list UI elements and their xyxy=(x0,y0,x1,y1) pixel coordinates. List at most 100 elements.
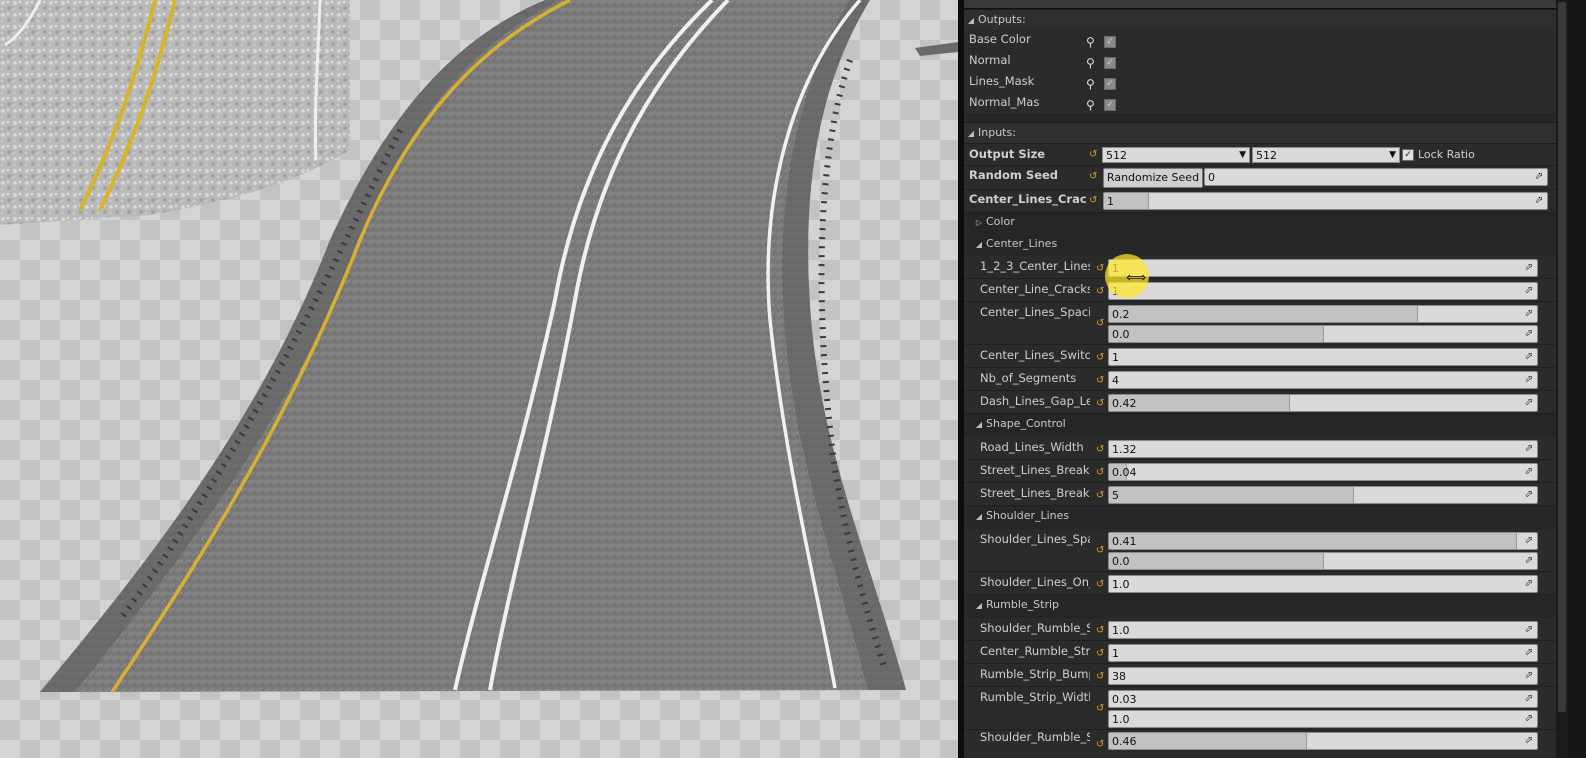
reset-icon[interactable]: ↺ xyxy=(1096,649,1104,659)
reset-icon[interactable]: ↺ xyxy=(1096,626,1104,636)
section-outputs-label: Outputs: xyxy=(978,13,1026,26)
reset-icon[interactable]: ↺ xyxy=(1096,740,1104,750)
lock-ratio-label: Lock Ratio xyxy=(1418,148,1475,161)
param-slider[interactable]: 1.0 ⬀ xyxy=(1108,621,1538,639)
param-slider[interactable]: 1⬀ xyxy=(1108,259,1538,277)
reset-icon[interactable]: ↺ xyxy=(1096,704,1104,714)
param-row: Dash_Lines_Gap_Leng ↺ 0.42⬀ xyxy=(964,391,1556,414)
param-row: Shoulder_Lines_On_O ↺ 1.0⬀ xyxy=(964,572,1556,595)
param-slider[interactable]: 0.2 ⬀ xyxy=(1108,305,1538,323)
reset-icon[interactable]: ↺ xyxy=(1089,150,1097,160)
param-slider[interactable]: 1⬀ xyxy=(1108,348,1538,366)
output-checkbox[interactable]: ✓ xyxy=(1104,78,1116,90)
center-lines-cracks-slider[interactable]: 1 ⬀ xyxy=(1103,192,1548,210)
window-edge xyxy=(1568,0,1586,758)
output-label: Normal xyxy=(969,53,1011,67)
output-checkbox[interactable]: ✓ xyxy=(1104,36,1116,48)
reset-icon[interactable]: ↺ xyxy=(1096,264,1104,274)
reset-icon[interactable]: ↺ xyxy=(1096,287,1104,297)
reset-icon[interactable]: ↺ xyxy=(1096,445,1104,455)
reset-icon[interactable]: ↺ xyxy=(1089,172,1097,182)
output-label: Normal_Mas xyxy=(969,95,1040,109)
output-checkbox[interactable]: ✓ xyxy=(1104,57,1116,69)
param-slider[interactable]: 0.41 ⬀ xyxy=(1108,532,1538,550)
param-label: Rumble_Strip_Bump_ xyxy=(980,667,1090,681)
group-rumble-strip[interactable]: ◢ Rumble_Strip xyxy=(972,595,1556,615)
reset-icon[interactable]: ↺ xyxy=(1096,399,1104,409)
outputs-list: Base Color ⚲ ✓ Normal ⚲ ✓ Lines_Mask ⚲ ✓… xyxy=(964,30,1556,115)
section-inputs[interactable]: ◢ Inputs: xyxy=(964,122,1556,144)
panel-top-bar xyxy=(964,0,1556,9)
param-slider[interactable]: 0.0 ⬀ xyxy=(1108,552,1538,570)
reset-icon[interactable]: ↺ xyxy=(1089,196,1097,206)
reset-icon[interactable]: ↺ xyxy=(1096,491,1104,501)
reset-icon[interactable]: ↺ xyxy=(1096,376,1104,386)
param-label: 1_2_3_Center_Lines xyxy=(980,259,1090,273)
param-row: Road_Lines_Width ↺ 1.32 ⬀ xyxy=(964,437,1556,460)
param-label: Center_Rumble_Strip_ xyxy=(980,644,1090,658)
param-slider[interactable]: 1.0 ⬀ xyxy=(1108,575,1538,593)
search-icon[interactable]: ⚲ xyxy=(1086,36,1095,48)
reset-icon[interactable]: ↺ xyxy=(1096,353,1104,363)
search-icon[interactable]: ⚲ xyxy=(1086,57,1095,69)
param-row: Street_Lines_Breakup ↺ 0.04⬀ xyxy=(964,460,1556,483)
collapse-arrow-icon: ◢ xyxy=(975,420,983,429)
output-label: Lines_Mask xyxy=(969,74,1035,88)
param-slider[interactable]: 38 ⬀ xyxy=(1108,667,1538,685)
output-size-width-select[interactable]: 512 ▼ xyxy=(1102,147,1250,163)
param-label: Center_Lines_Cracks_F xyxy=(969,192,1087,206)
param-slider[interactable]: 1⬀ xyxy=(1108,644,1538,662)
output-size-height-select[interactable]: 512 ▼ xyxy=(1252,147,1400,163)
param-row: Shoulder_Rumble_Str ↺ 1.0⬀ xyxy=(964,618,1556,641)
expand-arrow-icon: ▷ xyxy=(975,218,983,227)
param-label: Center_Lines_Switch xyxy=(980,348,1090,362)
param-label: Random Seed xyxy=(969,168,1059,182)
group-center-lines[interactable]: ◢ Center_Lines xyxy=(972,234,1556,254)
group-shape-control[interactable]: ◢ Shape_Control xyxy=(972,414,1556,434)
param-label: Street_Lines_Breakup xyxy=(980,486,1090,500)
resize-cursor-icon: ⟺ xyxy=(1126,270,1147,286)
param-slider[interactable]: 0.42 ⬀ xyxy=(1108,394,1538,412)
search-icon[interactable]: ⚲ xyxy=(1086,99,1095,111)
randomize-seed-button[interactable]: Randomize Seed xyxy=(1103,168,1203,188)
group-color[interactable]: ▷ Color xyxy=(972,212,1556,232)
group-color-label: Color xyxy=(986,215,1015,228)
reset-icon[interactable]: ↺ xyxy=(1096,672,1104,682)
param-label: Center_Lines_Spacing xyxy=(980,305,1090,319)
search-icon[interactable]: ⚲ xyxy=(1086,78,1095,90)
output-label: Base Color xyxy=(969,32,1031,46)
reset-icon[interactable]: ↺ xyxy=(1096,546,1104,556)
panel-scrollbar-thumb[interactable] xyxy=(1558,2,1566,712)
param-slider[interactable]: 4 ⬀ xyxy=(1108,371,1538,389)
param-row: Shoulder_Lines_Spac ↺ 0.41 ⬀ 0.0 ⬀ xyxy=(964,529,1556,572)
param-row: Rumble_Strip_Width ↺ 0.03 ⬀ 1.0 ⬀ xyxy=(964,687,1556,730)
reset-icon[interactable]: ↺ xyxy=(1096,580,1104,590)
param-slider[interactable]: 0.03 ⬀ xyxy=(1108,690,1538,708)
reset-icon[interactable]: ↺ xyxy=(1096,468,1104,478)
viewport-3d[interactable] xyxy=(0,0,958,758)
param-label: Shoulder_Lines_On_O xyxy=(980,575,1090,589)
output-checkbox[interactable]: ✓ xyxy=(1104,99,1116,111)
param-slider[interactable]: 1⬀ xyxy=(1108,282,1538,300)
section-outputs[interactable]: ◢ Outputs: xyxy=(964,9,1556,31)
random-seed-input[interactable]: 0 ⬀ xyxy=(1204,168,1548,186)
param-slider[interactable]: 1.0 ⬀ xyxy=(1108,710,1538,728)
param-label: Output Size xyxy=(969,147,1046,161)
reset-icon[interactable]: ↺ xyxy=(1096,319,1104,329)
details-panel: ◢ Outputs: Base Color ⚲ ✓ Normal ⚲ ✓ Line… xyxy=(964,0,1556,758)
param-slider[interactable]: 0.04 ⬀ xyxy=(1108,463,1538,481)
collapse-arrow-icon: ◢ xyxy=(967,129,975,138)
group-shoulder-lines[interactable]: ◢ Shoulder_Lines xyxy=(972,506,1556,526)
param-label: Rumble_Strip_Width xyxy=(980,690,1090,704)
section-inputs-label: Inputs: xyxy=(978,126,1016,139)
param-slider[interactable]: 0.46 ⬀ xyxy=(1108,732,1538,750)
group-rumble-strip-label: Rumble_Strip xyxy=(986,598,1059,611)
lock-ratio-checkbox[interactable]: ✓ xyxy=(1402,149,1414,161)
param-label: Shoulder_Rumble_Str xyxy=(980,621,1090,635)
param-label: Nb_of_Segments xyxy=(980,371,1077,385)
road-preview xyxy=(0,0,958,758)
param-slider[interactable]: 0.0 ⬀ xyxy=(1108,325,1538,343)
param-slider[interactable]: 1.32 ⬀ xyxy=(1108,440,1538,458)
param-row: Street_Lines_Breakup ↺ 5⬀ xyxy=(964,483,1556,506)
param-slider[interactable]: 5 ⬀ xyxy=(1108,486,1538,504)
